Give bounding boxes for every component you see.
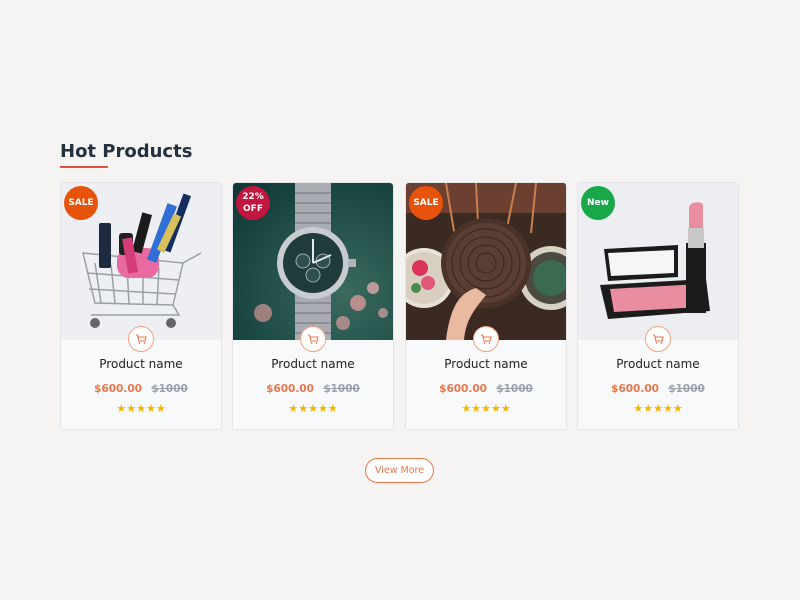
star-icon: ★ — [471, 402, 482, 415]
current-price: $600.00 — [94, 383, 142, 395]
product-grid: SALE Product name $600.00 $1000 ★★★★★ 22… — [60, 182, 740, 430]
star-icon: ★ — [672, 402, 683, 415]
star-icon: ★ — [155, 402, 166, 415]
new-badge: New — [581, 186, 615, 220]
star-icon: ★ — [145, 402, 156, 415]
star-icon: ★ — [317, 402, 328, 415]
star-icon: ★ — [633, 402, 644, 415]
star-icon: ★ — [298, 402, 309, 415]
star-icon: ★ — [481, 402, 491, 415]
product-name[interactable]: Product name — [578, 357, 738, 371]
product-name[interactable]: Product name — [233, 357, 393, 371]
cart-icon — [653, 334, 664, 344]
star-icon: ★ — [500, 402, 511, 415]
add-to-cart-button[interactable] — [300, 326, 326, 352]
star-icon: ★ — [308, 402, 318, 415]
star-icon: ★ — [116, 402, 127, 415]
price-row: $600.00 $1000 — [61, 383, 221, 395]
view-more-button[interactable]: View More — [365, 458, 434, 483]
title-underline — [60, 166, 108, 168]
badge-label: New — [587, 198, 609, 208]
star-icon: ★ — [136, 402, 146, 415]
star-icon: ★ — [461, 402, 472, 415]
current-price: $600.00 — [611, 383, 659, 395]
product-name[interactable]: Product name — [406, 357, 566, 371]
product-card[interactable]: SALE Product name $600.00 $1000 ★★★★★ — [405, 182, 567, 430]
badge-label: SALE — [413, 198, 439, 208]
cart-icon — [308, 334, 319, 344]
sale-badge: SALE — [409, 186, 443, 220]
cart-icon — [136, 334, 147, 344]
add-to-cart-button[interactable] — [473, 326, 499, 352]
price-row: $600.00 $1000 — [233, 383, 393, 395]
badge-label: SALE — [68, 198, 94, 208]
cart-icon — [481, 334, 492, 344]
star-icon: ★ — [126, 402, 137, 415]
section-title: Hot Products — [60, 141, 193, 162]
badge-label: 22% — [242, 192, 264, 202]
current-price: $600.00 — [266, 383, 314, 395]
star-icon: ★ — [490, 402, 501, 415]
star-icon: ★ — [662, 402, 673, 415]
old-price: $1000 — [496, 383, 533, 395]
old-price: $1000 — [323, 383, 360, 395]
star-rating: ★★★★★ — [406, 402, 566, 415]
add-to-cart-button[interactable] — [128, 326, 154, 352]
old-price: $1000 — [151, 383, 188, 395]
star-icon: ★ — [643, 402, 654, 415]
star-rating: ★★★★★ — [233, 402, 393, 415]
product-card[interactable]: SALE Product name $600.00 $1000 ★★★★★ — [60, 182, 222, 430]
hot-products-section: Hot Products SALE Product name $600.00 $… — [60, 140, 740, 430]
price-row: $600.00 $1000 — [578, 383, 738, 395]
current-price: $600.00 — [439, 383, 487, 395]
add-to-cart-button[interactable] — [645, 326, 671, 352]
discount-badge: 22% OFF — [236, 186, 270, 220]
badge-label: OFF — [243, 204, 263, 214]
star-icon: ★ — [653, 402, 663, 415]
product-name[interactable]: Product name — [61, 357, 221, 371]
product-card[interactable]: New Product name $600.00 $1000 ★★★★★ — [577, 182, 739, 430]
star-icon: ★ — [327, 402, 338, 415]
star-icon: ★ — [288, 402, 299, 415]
price-row: $600.00 $1000 — [406, 383, 566, 395]
old-price: $1000 — [668, 383, 705, 395]
star-rating: ★★★★★ — [61, 402, 221, 415]
sale-badge: SALE — [64, 186, 98, 220]
product-card[interactable]: 22% OFF Product name $600.00 $1000 ★★★★★ — [232, 182, 394, 430]
star-rating: ★★★★★ — [578, 402, 738, 415]
